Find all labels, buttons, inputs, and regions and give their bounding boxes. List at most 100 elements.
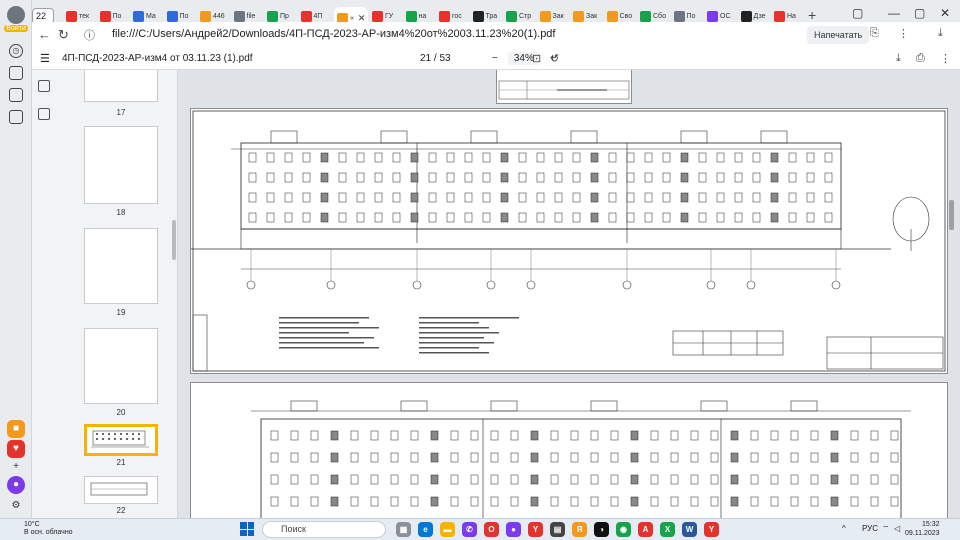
folder-icon[interactable]: ▤ <box>550 522 565 537</box>
settings-icon[interactable]: ⚙ <box>7 497 25 515</box>
minimize-icon[interactable]: — <box>888 6 900 20</box>
tab-favicon-icon <box>233 10 245 22</box>
document-scrollbar[interactable] <box>949 200 954 230</box>
tray-chevron-icon[interactable]: ^ <box>842 524 846 533</box>
browser-sidebar: Войти ◷ ■ ♥ + ● ⚙ <box>0 0 32 518</box>
thumbnail-page[interactable] <box>84 70 158 102</box>
download-icon[interactable]: ⤓ <box>938 27 943 40</box>
address-bar: ← ↻ ⓘ file:///C:/Users/Андрей2/Downloads… <box>32 22 960 48</box>
tab-label: 446 <box>213 12 225 20</box>
yandex-browser-icon[interactable]: Я <box>572 522 587 537</box>
tab-favicon-icon <box>200 10 211 22</box>
tab-favicon-icon <box>267 10 278 22</box>
tab-favicon-icon <box>573 10 584 22</box>
alice-icon[interactable]: ● <box>7 476 25 494</box>
back-icon[interactable]: ← <box>38 27 51 42</box>
pdf-toolbar: ☰ 4П-ПСД-2023-АР-изм4 от 03.11.23 (1).pd… <box>32 48 960 70</box>
time: 15:32 <box>921 521 940 528</box>
apps-icon[interactable] <box>9 88 23 102</box>
tab-label: тек <box>79 12 90 20</box>
yandex-icon[interactable]: Y <box>528 522 543 537</box>
pdf-page-current <box>190 108 948 374</box>
pdf-print-icon[interactable]: ⎙ <box>916 52 925 65</box>
url-field[interactable]: file:///C:/Users/Андрей2/Downloads/4П-ПС… <box>112 28 556 40</box>
print-button[interactable]: Напечатать <box>807 26 870 44</box>
tab-label: ГУ <box>385 12 394 20</box>
thumbnail-page-selected[interactable] <box>84 424 158 456</box>
tab-label: 4П <box>313 12 323 20</box>
pdf-download-icon[interactable]: ⤓ <box>896 52 901 65</box>
tab-label: Пр <box>280 12 289 20</box>
outline-view-icon[interactable] <box>38 108 50 120</box>
taskbar-search[interactable]: Поиск <box>262 521 386 538</box>
tab-menu-icon[interactable]: ▢ <box>852 6 863 20</box>
facade-drawing <box>191 110 946 372</box>
tab-favicon-icon <box>372 10 383 22</box>
tab-favicon-icon <box>99 10 111 22</box>
word-icon[interactable]: W <box>682 522 697 537</box>
edge-icon[interactable]: e <box>418 522 433 537</box>
explorer-icon[interactable]: ▬ <box>440 522 455 537</box>
menu-icon[interactable]: ☰ <box>40 52 50 65</box>
taskbar-clock[interactable]: 15:32 09.11.2023 <box>905 520 940 538</box>
chrome-icon[interactable]: ◉ <box>616 522 631 537</box>
excel-icon[interactable]: X <box>660 522 675 537</box>
date: 09.11.2023 <box>905 530 940 537</box>
tab-favicon-icon <box>300 10 312 22</box>
viber-icon[interactable]: ✆ <box>462 522 477 537</box>
pdf-filename: 4П-ПСД-2023-АР-изм4 от 03.11.23 (1).pdf <box>62 53 253 64</box>
current-page-input[interactable]: 21 <box>420 53 431 64</box>
volume-icon[interactable]: ◁ <box>894 524 900 533</box>
app-icon-orange[interactable]: ■ <box>7 420 25 438</box>
close-window-icon[interactable]: ✕ <box>940 6 950 20</box>
rotate-icon[interactable]: ↺ <box>550 52 559 65</box>
maximize-icon[interactable]: ▢ <box>914 6 925 20</box>
app-icon[interactable]: ◑ <box>594 522 609 537</box>
tab-label: гос <box>452 12 462 20</box>
thumbnail-drawing <box>90 482 148 496</box>
thumbnail-page[interactable] <box>84 228 158 304</box>
tab-label: Зак <box>586 12 598 20</box>
tab-favicon-icon <box>640 10 651 22</box>
opera-icon[interactable]: O <box>484 522 499 537</box>
total-pages: 53 <box>439 53 451 64</box>
site-info-icon[interactable]: ⓘ <box>84 27 95 43</box>
thumbnails-view-icon[interactable] <box>38 80 50 92</box>
zoom-out-button[interactable]: − <box>492 53 498 64</box>
add-app-icon[interactable]: + <box>7 458 25 476</box>
tab-favicon-icon <box>539 10 551 22</box>
thumbnail-number: 22 <box>116 506 126 515</box>
fit-page-icon[interactable]: ⊡ <box>532 52 541 65</box>
profile-button[interactable]: Войти <box>4 6 28 34</box>
history-icon[interactable]: ◷ <box>9 44 23 58</box>
tab-label: Стр <box>519 12 532 20</box>
language-indicator[interactable]: РУС <box>862 524 878 533</box>
extensions-icon[interactable]: ⋮ <box>898 27 909 40</box>
screenshot-icon[interactable] <box>9 110 23 124</box>
reload-icon[interactable]: ↻ <box>58 27 69 43</box>
app-icon-red[interactable]: ♥ <box>7 440 25 458</box>
collections-icon[interactable] <box>9 66 23 80</box>
task-view-icon[interactable]: ▦ <box>396 522 411 537</box>
tab-favicon-icon <box>740 10 752 22</box>
thumbnail-page[interactable] <box>84 328 158 404</box>
pdf-reader-icon[interactable]: A <box>638 522 653 537</box>
tab-favicon-icon <box>673 10 685 22</box>
tab-label: Зак <box>552 12 564 20</box>
start-icon[interactable] <box>240 522 254 536</box>
network-icon[interactable]: ⌔ <box>882 524 890 534</box>
weather-widget[interactable]: 10°C В осн. облачно <box>24 521 73 537</box>
tab-label: Ма <box>146 12 156 20</box>
pdf-page-previous <box>496 70 632 104</box>
yandex-active-icon[interactable]: Y <box>704 522 719 537</box>
thumbnail-page[interactable] <box>84 476 158 504</box>
thumbnail-page[interactable] <box>84 126 158 204</box>
new-tab-button[interactable]: + <box>808 7 816 23</box>
pdf-more-icon[interactable]: ⋮ <box>940 52 951 65</box>
thumbnail-sidebar: 17 18 19 20 21 22 <box>32 70 178 518</box>
tab-label: « <box>350 15 354 22</box>
profile-label: Войти <box>4 25 28 32</box>
bookmark-icon[interactable]: ⎘ <box>870 27 879 40</box>
thumbnail-scrollbar[interactable] <box>172 220 176 260</box>
alice-taskbar-icon[interactable]: ● <box>506 522 521 537</box>
